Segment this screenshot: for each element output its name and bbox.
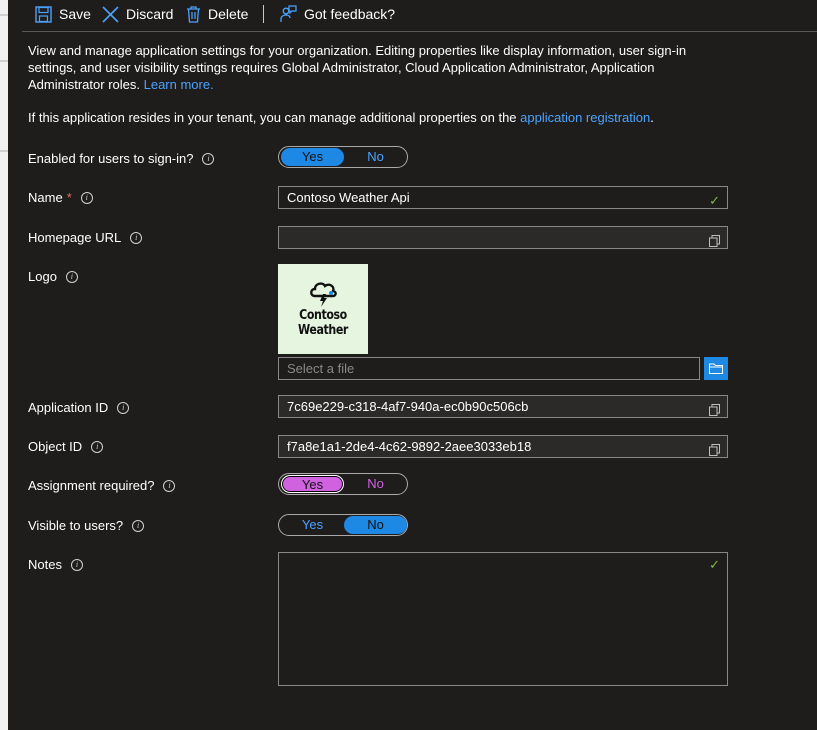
visible-no-option[interactable]: No [344,516,407,534]
logo-text-line: Weather [298,323,348,338]
rail-mark [0,14,8,16]
name-value: Contoso Weather Api [287,190,410,205]
learn-more-link[interactable]: Learn more. [144,77,214,92]
notes-textarea[interactable]: ✓ [278,552,728,686]
info-icon[interactable]: i [70,558,83,571]
browse-file-button[interactable] [704,357,728,380]
visible-label: Visible to users? [28,518,124,533]
command-bar: Save Discard Delete Got feedback? [8,0,817,30]
tenant-paragraph: If this application resides in your tena… [28,109,728,126]
copy-icon[interactable] [709,232,720,253]
cloud-lightning-icon [310,282,337,307]
notes-label-row: Notes i [28,557,83,572]
enabled-no-option[interactable]: No [344,148,407,166]
object-id-field[interactable]: f7a8e1a1-2de4-4c62-9892-2aee3033eb18 [278,435,728,458]
info-icon[interactable]: i [163,479,176,492]
app-id-label: Application ID [28,400,109,415]
assignment-label: Assignment required? [28,478,155,493]
enabled-label-row: Enabled for users to sign-in? i [28,151,215,166]
delete-label: Delete [208,6,249,22]
feedback-button[interactable]: Got feedback? [279,0,395,28]
info-icon[interactable]: i [117,401,130,414]
homepage-url-field [278,226,728,249]
rail-mark [0,150,8,152]
copy-icon[interactable] [709,401,720,422]
feedback-icon [279,5,297,23]
toolbar-divider [263,5,264,23]
assignment-yes-option[interactable]: Yes [281,475,345,493]
assignment-no-option[interactable]: No [344,475,407,493]
name-input[interactable]: Contoso Weather Api ✓ [278,186,728,209]
tenant-text: If this application resides in your tena… [28,110,517,125]
discard-button[interactable]: Discard [102,0,173,28]
info-icon[interactable]: i [80,191,93,204]
description-paragraph: View and manage application settings for… [28,42,728,93]
notes-label: Notes [28,557,62,572]
logo-label: Logo [28,269,57,284]
visible-yes-option[interactable]: Yes [281,516,344,534]
copy-icon[interactable] [709,441,720,462]
feedback-label: Got feedback? [304,6,396,22]
app-id-value: 7c69e229-c318-4af7-940a-ec0b90c506cb [287,399,529,414]
discard-label: Discard [126,6,174,22]
app-id-label-row: Application ID i [28,400,130,415]
close-icon [102,5,119,23]
logo-label-row: Logo i [28,269,78,284]
assignment-label-row: Assignment required? i [28,478,176,493]
required-marker: * [66,190,72,205]
enabled-label: Enabled for users to sign-in? [28,151,194,166]
description-text: View and manage application settings for… [28,43,687,92]
object-id-value: f7a8e1a1-2de4-4c62-9892-2aee3033eb18 [287,439,532,454]
name-label-row: Name * i [28,190,93,205]
left-rail [0,0,8,730]
assignment-toggle[interactable]: Yes No [278,473,408,495]
rail-mark [0,60,8,62]
app-logo: Contoso Weather [278,264,368,354]
checkmark-icon: ✓ [709,557,720,572]
info-icon[interactable]: i [130,231,143,244]
application-id-field[interactable]: 7c69e229-c318-4af7-940a-ec0b90c506cb [278,395,728,418]
tenant-text-end: . [650,110,654,125]
save-label: Save [59,6,91,22]
visible-label-row: Visible to users? i [28,518,145,533]
file-input[interactable]: Select a file [278,357,700,380]
info-icon[interactable]: i [132,519,145,532]
object-id-label: Object ID [28,439,83,454]
homepage-label-row: Homepage URL i [28,230,143,245]
object-id-label-row: Object ID i [28,439,104,454]
name-label: Name [28,190,63,205]
info-icon[interactable]: i [91,440,104,453]
visible-toggle[interactable]: Yes No [278,514,408,536]
delete-button[interactable]: Delete [186,0,248,28]
enabled-yes-option[interactable]: Yes [281,148,344,166]
logo-wordmark: Contoso Weather [285,308,362,338]
toolbar-divider-line [22,31,817,32]
file-placeholder: Select a file [287,361,355,376]
logo-text-line: Contoso [299,308,347,323]
info-icon[interactable]: i [65,270,78,283]
homepage-label: Homepage URL [28,230,122,245]
description: View and manage application settings for… [28,42,728,125]
trash-icon [186,5,201,23]
enabled-toggle[interactable]: Yes No [278,146,408,168]
save-button[interactable]: Save [35,0,91,28]
application-registration-link[interactable]: application registration [520,110,650,125]
info-icon[interactable]: i [202,152,215,165]
save-icon [35,5,52,23]
checkmark-icon: ✓ [709,193,720,208]
